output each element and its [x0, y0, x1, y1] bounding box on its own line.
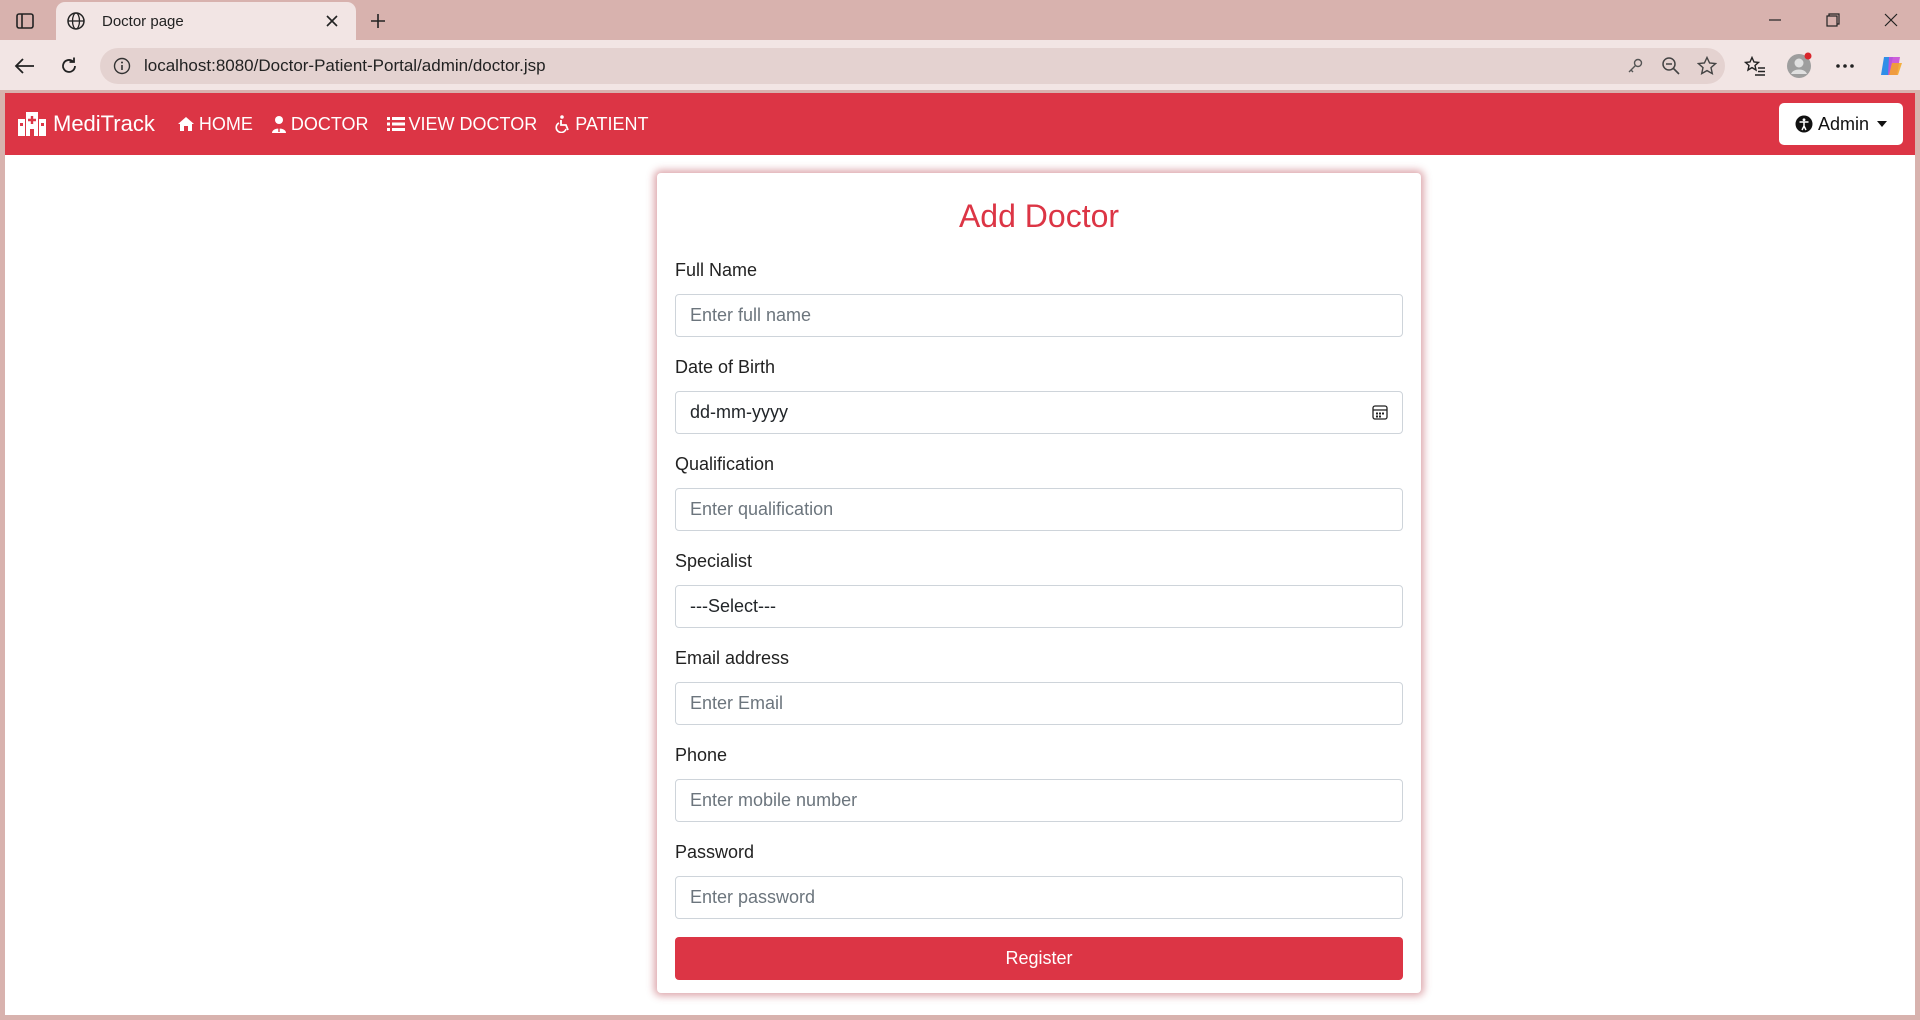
- password-label: Password: [675, 842, 755, 862]
- arrow-left-icon: [14, 58, 34, 74]
- browser-tab[interactable]: Doctor page: [56, 2, 356, 40]
- nav-home[interactable]: HOME: [177, 114, 253, 135]
- address-bar[interactable]: localhost:8080/Doctor-Patient-Portal/adm…: [100, 48, 1725, 84]
- nav-doctor-label: DOCTOR: [290, 113, 369, 134]
- more-horizontal-icon: [1836, 64, 1854, 68]
- home-icon: [177, 116, 195, 132]
- wheelchair-icon: [555, 115, 571, 133]
- browser-tab-strip: Doctor page: [0, 0, 1920, 40]
- reload-icon: [62, 57, 76, 73]
- full-name-group: Full Name Enter full name: [675, 260, 1403, 337]
- page-viewport: MediTrack HOME DOCTOR VIEW DOCTOR PATIEN…: [5, 93, 1915, 1015]
- add-doctor-card: Add Doctor Full Name Enter full name Dat…: [657, 173, 1421, 993]
- admin-dropdown-button[interactable]: Admin: [1779, 103, 1903, 145]
- zoom-out-icon[interactable]: [1653, 48, 1689, 84]
- profile-button[interactable]: [1782, 49, 1816, 83]
- admin-label: Admin: [1817, 113, 1870, 134]
- close-tab-icon[interactable]: [320, 9, 344, 33]
- email-group: Email address Enter Email: [675, 648, 1403, 725]
- tab-title: Doctor page: [102, 12, 184, 30]
- hospital-icon: [17, 112, 47, 136]
- nav-view-doctor-label: VIEW DOCTOR: [408, 113, 538, 134]
- register-button[interactable]: Register: [675, 937, 1403, 980]
- back-button[interactable]: [8, 49, 42, 83]
- password-group: Password Enter password: [675, 842, 1403, 919]
- restore-icon: [1826, 13, 1840, 27]
- calendar-icon[interactable]: [1372, 404, 1388, 420]
- list-icon: [386, 116, 405, 132]
- tab-actions-button[interactable]: [10, 8, 40, 34]
- user-doctor-icon: [271, 115, 287, 133]
- accessibility-icon: [1795, 115, 1813, 133]
- dob-group: Date of Birth dd-mm-yyyy: [675, 357, 1403, 434]
- password-input[interactable]: Enter password: [675, 876, 1403, 919]
- chevron-down-icon: [1877, 121, 1888, 127]
- qualification-input[interactable]: Enter qualification: [675, 488, 1403, 531]
- phone-input[interactable]: Enter mobile number: [675, 779, 1403, 822]
- globe-icon: [64, 9, 88, 33]
- qualification-label: Qualification: [675, 454, 775, 474]
- phone-group: Phone Enter mobile number: [675, 745, 1403, 822]
- full-name-input[interactable]: Enter full name: [675, 294, 1403, 337]
- favorites-button[interactable]: [1738, 49, 1772, 83]
- sidebar-toggle-icon: [16, 13, 34, 29]
- dob-value: dd-mm-yyyy: [690, 402, 788, 422]
- brand-link[interactable]: MediTrack: [17, 111, 155, 137]
- avatar-icon: [1787, 52, 1812, 78]
- phone-label: Phone: [675, 745, 728, 765]
- form-title: Add Doctor: [958, 198, 1120, 234]
- reload-button[interactable]: [52, 49, 86, 83]
- dob-label: Date of Birth: [675, 357, 776, 377]
- dob-input[interactable]: dd-mm-yyyy: [675, 391, 1403, 434]
- top-navbar: MediTrack HOME DOCTOR VIEW DOCTOR PATIEN…: [5, 93, 1915, 155]
- nav-home-label: HOME: [198, 113, 253, 134]
- nav-patient-label: PATIENT: [575, 113, 649, 134]
- specialist-select[interactable]: ---Select---: [675, 585, 1403, 628]
- nav-doctor[interactable]: DOCTOR: [271, 114, 369, 135]
- favorites-list-icon: [1744, 56, 1765, 76]
- specialist-group: Specialist ---Select---: [675, 551, 1403, 628]
- favorite-star-icon[interactable]: [1689, 48, 1725, 84]
- copilot-icon: [1881, 57, 1902, 75]
- specialist-label: Specialist: [675, 551, 753, 571]
- nav-patient[interactable]: PATIENT: [555, 113, 649, 135]
- brand-name: MediTrack: [53, 111, 155, 136]
- minimize-button[interactable]: [1750, 0, 1800, 40]
- settings-more-button[interactable]: [1828, 49, 1862, 83]
- restore-button[interactable]: [1808, 0, 1858, 40]
- copilot-button[interactable]: [1874, 49, 1908, 83]
- new-tab-button[interactable]: [364, 7, 392, 35]
- browser-toolbar: localhost:8080/Doctor-Patient-Portal/adm…: [0, 40, 1920, 90]
- close-icon: [1884, 13, 1898, 27]
- key-icon[interactable]: [1617, 48, 1653, 84]
- minimize-icon: [1769, 19, 1781, 21]
- plus-icon: [371, 14, 385, 28]
- full-name-label: Full Name: [675, 260, 758, 280]
- close-window-button[interactable]: [1866, 0, 1916, 40]
- qualification-group: Qualification Enter qualification: [675, 454, 1403, 531]
- site-info-icon[interactable]: [112, 56, 132, 76]
- email-label: Email address: [675, 648, 790, 668]
- window-right-edge: [1915, 93, 1920, 1015]
- nav-view-doctor[interactable]: VIEW DOCTOR: [386, 113, 538, 135]
- url-text: localhost:8080/Doctor-Patient-Portal/adm…: [144, 56, 546, 75]
- email-field[interactable]: Enter Email: [675, 682, 1403, 725]
